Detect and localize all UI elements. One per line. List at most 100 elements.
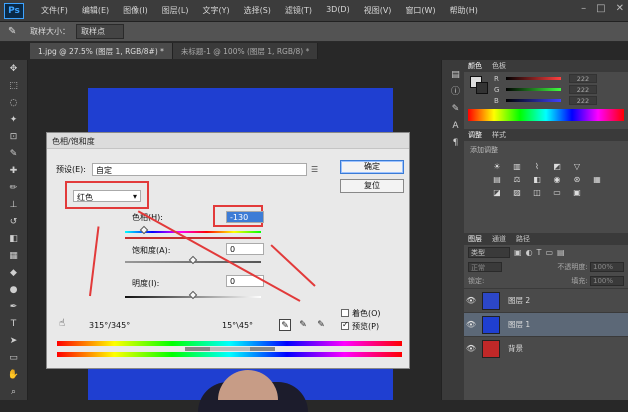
menu-item[interactable]: 文字(Y): [195, 5, 236, 16]
eyedropper-icon[interactable]: ✎: [279, 319, 291, 331]
clone-stamp-icon[interactable]: ⊥: [4, 198, 24, 213]
tab-adjustments[interactable]: 调整: [468, 130, 482, 140]
saturation-input[interactable]: 0: [226, 243, 264, 255]
menu-item[interactable]: 视图(V): [357, 5, 399, 16]
gradient-map-icon[interactable]: ▭: [552, 188, 562, 198]
filter-type-icon[interactable]: T: [537, 248, 542, 257]
brush-panel-icon[interactable]: ✎: [446, 102, 466, 117]
tab-swatches[interactable]: 色板: [492, 61, 506, 71]
menu-item[interactable]: 文件(F): [34, 5, 75, 16]
eyedropper-plus-icon[interactable]: ✎: [297, 319, 309, 331]
healing-brush-icon[interactable]: ✚: [4, 164, 24, 179]
eyedropper-minus-icon[interactable]: ✎: [315, 319, 327, 331]
channel-slider[interactable]: [506, 77, 561, 80]
document-tab[interactable]: 未标题-1 @ 100% (图层 1, RGB/8) *: [172, 43, 319, 59]
channel-value[interactable]: 222: [569, 74, 597, 83]
filter-smart-icon[interactable]: ▤: [557, 248, 565, 257]
maximize-icon[interactable]: □: [596, 3, 605, 14]
menu-item[interactable]: 图层(L): [155, 5, 196, 16]
tab-channels[interactable]: 通道: [492, 234, 506, 244]
layer-row[interactable]: 👁 图层 1: [464, 312, 628, 336]
lasso-tool-icon[interactable]: ◌: [4, 96, 24, 111]
colorize-checkbox[interactable]: [341, 309, 349, 317]
black-white-icon[interactable]: ◧: [532, 175, 542, 185]
gradient-tool-icon[interactable]: ▦: [4, 249, 24, 264]
filter-pixel-icon[interactable]: ▣: [514, 248, 522, 257]
filter-shape-icon[interactable]: ▭: [545, 248, 553, 257]
tab-styles[interactable]: 样式: [492, 130, 506, 140]
selective-color-icon[interactable]: ▣: [572, 188, 582, 198]
type-tool-icon[interactable]: T: [4, 317, 24, 332]
sample-size-select[interactable]: 取样点: [76, 24, 124, 39]
path-select-icon[interactable]: ➤: [4, 334, 24, 349]
hand-adjust-icon[interactable]: ☝: [59, 318, 65, 329]
posterize-icon[interactable]: ▨: [512, 188, 522, 198]
preset-options-icon[interactable]: ☰: [311, 165, 318, 174]
blend-mode-select[interactable]: 正常: [468, 262, 502, 272]
eyedropper-tool-icon[interactable]: ✎: [8, 26, 16, 37]
hand-tool-icon[interactable]: ✋: [4, 368, 24, 383]
move-tool-icon[interactable]: ✥: [4, 62, 24, 77]
levels-icon[interactable]: ▥: [512, 162, 522, 172]
blur-tool-icon[interactable]: ◆: [4, 266, 24, 281]
history-panel-icon[interactable]: ▤: [446, 68, 466, 83]
eraser-tool-icon[interactable]: ◧: [4, 232, 24, 247]
menu-item[interactable]: 图像(I): [116, 5, 155, 16]
menu-item[interactable]: 编辑(E): [75, 5, 116, 16]
history-brush-icon[interactable]: ↺: [4, 215, 24, 230]
character-panel-icon[interactable]: A: [446, 119, 466, 134]
info-panel-icon[interactable]: ⓘ: [446, 85, 466, 100]
reset-button[interactable]: 复位: [340, 179, 404, 193]
tab-paths[interactable]: 路径: [516, 234, 530, 244]
channel-slider[interactable]: [506, 88, 561, 91]
shape-tool-icon[interactable]: ▭: [4, 351, 24, 366]
exposure-icon[interactable]: ◩: [552, 162, 562, 172]
visibility-eye-icon[interactable]: 👁: [464, 344, 478, 353]
layer-row[interactable]: 👁 图层 2: [464, 288, 628, 312]
dodge-tool-icon[interactable]: ●: [4, 283, 24, 298]
tab-layers[interactable]: 图层: [468, 234, 482, 244]
bg-color-swatch[interactable]: [476, 82, 488, 94]
threshold-icon[interactable]: ◫: [532, 188, 542, 198]
visibility-eye-icon[interactable]: 👁: [464, 296, 478, 305]
marquee-tool-icon[interactable]: ⬚: [4, 79, 24, 94]
curves-icon[interactable]: ⌇: [532, 162, 542, 172]
brush-tool-icon[interactable]: ✏: [4, 181, 24, 196]
eyedropper-icon[interactable]: ✎: [4, 147, 24, 162]
paragraph-panel-icon[interactable]: ¶: [446, 136, 466, 151]
channel-value[interactable]: 222: [569, 85, 597, 94]
minimize-icon[interactable]: –: [581, 3, 586, 14]
tab-color[interactable]: 颜色: [468, 61, 482, 71]
channel-value[interactable]: 222: [569, 96, 597, 105]
layer-kind-select[interactable]: 类型: [468, 247, 510, 258]
invert-icon[interactable]: ◪: [492, 188, 502, 198]
channel-mixer-icon[interactable]: ⊛: [572, 175, 582, 185]
menu-item[interactable]: 选择(S): [237, 5, 278, 16]
menu-item[interactable]: 帮助(H): [443, 5, 485, 16]
crop-tool-icon[interactable]: ⊡: [4, 130, 24, 145]
color-ramp[interactable]: [468, 109, 624, 121]
zoom-tool-icon[interactable]: ⌕: [4, 385, 24, 400]
photo-filter-icon[interactable]: ◉: [552, 175, 562, 185]
menu-item[interactable]: 窗口(W): [398, 5, 442, 16]
pen-tool-icon[interactable]: ✒: [4, 300, 24, 315]
fill-input[interactable]: 100%: [590, 276, 624, 286]
hue-saturation-icon[interactable]: ▤: [492, 175, 502, 185]
preset-select[interactable]: 自定: [92, 163, 307, 176]
channel-select[interactable]: 红色 ▾: [73, 190, 141, 202]
quick-select-tool-icon[interactable]: ✦: [4, 113, 24, 128]
color-balance-icon[interactable]: ⚖: [512, 175, 522, 185]
preview-checkbox[interactable]: [341, 320, 349, 330]
color-lookup-icon[interactable]: ▦: [592, 175, 602, 185]
menu-item[interactable]: 3D(D): [319, 5, 357, 16]
channel-slider[interactable]: [506, 99, 561, 102]
opacity-input[interactable]: 100%: [590, 262, 624, 272]
visibility-eye-icon[interactable]: 👁: [464, 320, 478, 329]
layer-row[interactable]: 👁 背景: [464, 336, 628, 360]
hue-input[interactable]: -130: [226, 211, 264, 223]
range-core[interactable]: [210, 347, 250, 351]
vibrance-icon[interactable]: ▽: [572, 162, 582, 172]
menu-item[interactable]: 滤镜(T): [278, 5, 319, 16]
brightness-icon[interactable]: ☀: [492, 162, 502, 172]
filter-adjust-icon[interactable]: ◐: [526, 248, 533, 257]
